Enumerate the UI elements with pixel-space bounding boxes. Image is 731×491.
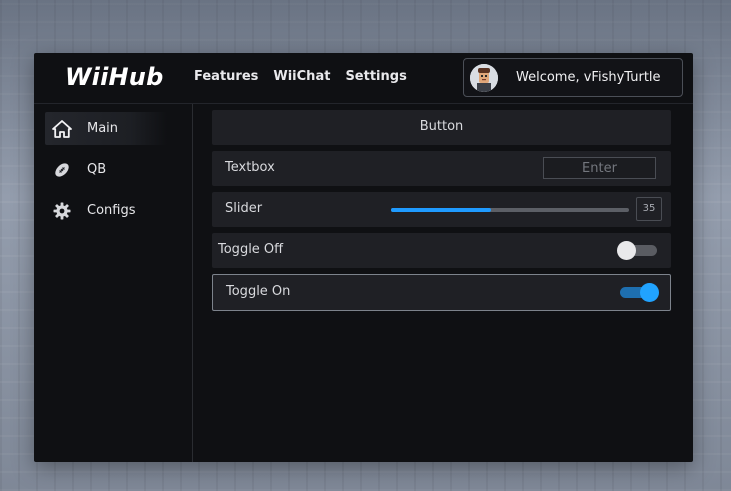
toggle-on-row: Toggle On [212, 274, 671, 311]
slider-label: Slider [225, 201, 263, 216]
slider-track[interactable] [391, 208, 629, 212]
nav-item-features[interactable]: Features [194, 69, 258, 84]
wiihub-window: WiiHub Features WiiChat Settings Welcome… [34, 53, 693, 462]
app-logo: WiiHub [65, 63, 164, 91]
sidebar-item-main[interactable]: Main [45, 112, 167, 145]
slider-fill [391, 208, 491, 212]
toggle-knob [617, 241, 636, 260]
toggle-off-row: Toggle Off [212, 233, 671, 268]
sidebar-item-label: Configs [87, 203, 136, 218]
toggle-off-label: Toggle Off [218, 242, 284, 257]
avatar [470, 63, 498, 92]
nav-item-wiichat[interactable]: WiiChat [273, 69, 330, 84]
nav-item-settings[interactable]: Settings [345, 69, 406, 84]
avatar-icon [470, 63, 498, 92]
slider-value: 35 [636, 197, 662, 221]
toggle-on-switch[interactable] [618, 283, 659, 302]
sidebar-item-label: QB [87, 162, 107, 177]
home-icon [52, 119, 72, 139]
top-bar: WiiHub Features WiiChat Settings Welcome… [34, 53, 693, 104]
welcome-text: Welcome, vFishyTurtle [516, 70, 661, 85]
slider-row: Slider 35 [212, 192, 671, 227]
sidebar-item-qb[interactable]: QB [45, 153, 167, 186]
football-icon [52, 160, 72, 180]
toggle-off-switch[interactable] [617, 241, 657, 260]
textbox-label: Textbox [225, 160, 275, 175]
top-nav: Features WiiChat Settings [194, 69, 407, 84]
gear-icon [52, 201, 72, 221]
sidebar-item-label: Main [87, 121, 119, 136]
sidebar: Main QB Configs [34, 104, 193, 462]
button-label: Button [419, 119, 464, 134]
toggle-on-label: Toggle On [226, 284, 291, 299]
user-welcome-card[interactable]: Welcome, vFishyTurtle [463, 58, 683, 97]
sidebar-item-configs[interactable]: Configs [45, 194, 167, 227]
main-button[interactable]: Button [212, 110, 671, 145]
toggle-knob [640, 283, 659, 302]
textbox-input[interactable] [543, 157, 656, 179]
textbox-row: Textbox [212, 151, 671, 186]
